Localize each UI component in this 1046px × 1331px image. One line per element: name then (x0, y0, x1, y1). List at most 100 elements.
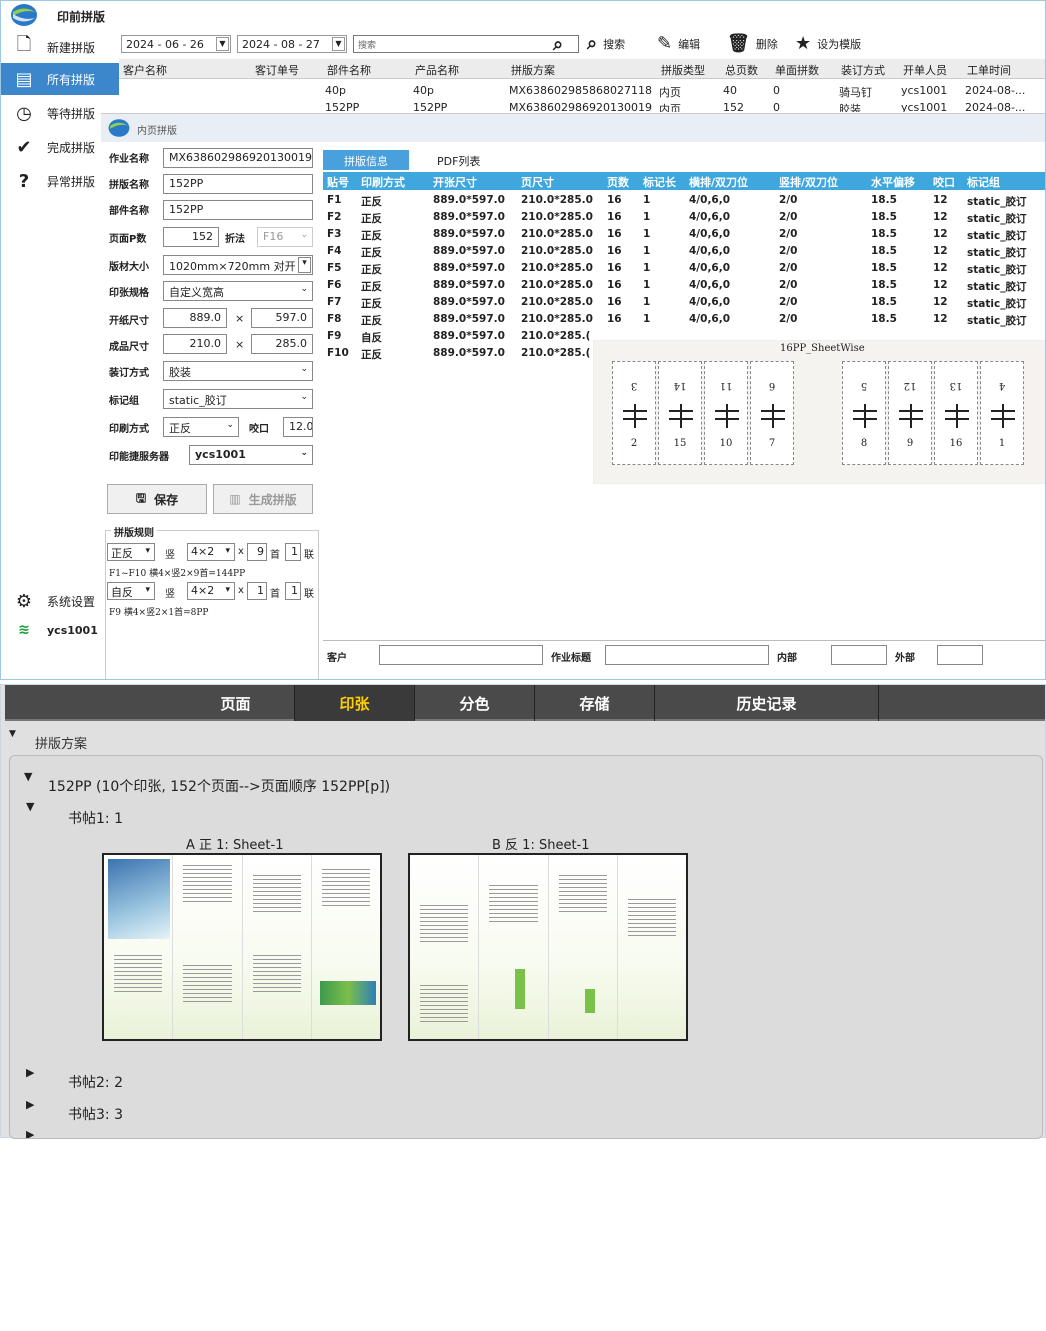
search-button[interactable]: ⌕ 搜索 (587, 33, 625, 54)
print-mode-select[interactable]: 正反 ⌄ (163, 417, 239, 437)
fold-mark-icon (853, 404, 877, 428)
grid-header: 贴号 印刷方式 开张尺寸 页尺寸 页数 标记长 横排/双刀位 竖排/双刀位 水平… (323, 172, 1045, 190)
dialog-title-bar: 内页拼版 (101, 114, 1045, 142)
part-name-field[interactable]: 152PP (163, 200, 313, 220)
expand-right-icon[interactable]: ▶ (26, 1128, 34, 1138)
page-thumb (617, 855, 686, 1039)
tree-root[interactable]: 152PP (10个印张, 152个页面-->页面顺序 152PP[p]) (48, 776, 390, 796)
job-name-field[interactable]: MX638602986920130019 (163, 148, 313, 168)
grid-cell: 210.0*285.0 (521, 194, 593, 206)
set-template-button[interactable]: ★ 设为模版 (795, 33, 861, 54)
edit-button[interactable]: ✎ 编辑 (657, 33, 700, 54)
grid-cell: F8 (327, 313, 342, 325)
page-number-bottom: 2 (630, 438, 638, 449)
dialog-title: 内页拼版 (137, 126, 177, 137)
page-number-top: 12 (903, 380, 917, 391)
grid-cell: 正反 (361, 349, 382, 361)
rule-grid-select[interactable]: 4×2 ▾ (187, 543, 235, 561)
collapse-icon[interactable]: ▼ (9, 729, 16, 739)
grid-row[interactable]: F1 正反 889.0*597.0 210.0*285.0 16 1 4/0,6,0 2/0 1… (323, 192, 1045, 209)
customer-field[interactable] (379, 645, 543, 665)
grid-cell: 正反 (361, 264, 382, 276)
expand-right-icon[interactable]: ▶ (26, 1098, 34, 1111)
rule-count-field[interactable]: 1 (247, 582, 267, 600)
rule-mode-select[interactable]: 自反 ▾ (107, 582, 155, 600)
rule-count-field[interactable]: 9 (247, 543, 267, 561)
sheet-b-thumbnail[interactable] (408, 853, 688, 1041)
page-number-top: 11 (719, 380, 733, 391)
sidebar-item-new[interactable]: 🗋 新建拼版 (1, 31, 119, 63)
grid-cell: 4/0,6,0 (689, 228, 731, 240)
final-height-field[interactable]: 285.0 (251, 334, 313, 354)
tab-separations[interactable]: 分色 (415, 685, 535, 721)
tree-signature-1[interactable]: 书帖1: 1 (68, 808, 123, 828)
delete-button[interactable]: 🗑 删除 (727, 33, 778, 54)
plate-size-select[interactable]: 1020mm×720mm 对开 ▾ (163, 255, 313, 275)
table-row[interactable]: 40p 40p MX638602985868027118 内页 40 0 骑马钉… (119, 81, 1045, 99)
expand-right-icon[interactable]: ▶ (26, 1066, 34, 1079)
mark-group-select[interactable]: static_胶订 ⌄ (163, 389, 313, 409)
list-header: 客户名称 客订单号 部件名称 产品名称 拼版方案 拼版类型 总页数 单面拼数 装… (119, 59, 1045, 79)
fold-select[interactable]: F16 ⌄ (257, 227, 313, 247)
gripper-field[interactable]: 12.0 (283, 417, 313, 437)
grid-cell: 正反 (361, 230, 382, 242)
rule-lian-field[interactable]: 1 (285, 543, 301, 561)
grid-row[interactable]: F7 正反 889.0*597.0 210.0*285.0 16 1 4/0,6,0 2/0 1… (323, 294, 1045, 311)
binding-select[interactable]: 胶装 ⌄ (163, 361, 313, 381)
grid-row[interactable]: F8 正反 889.0*597.0 210.0*285.0 16 1 4/0,6,0 2/0 1… (323, 311, 1045, 328)
grid-cell: 18.5 (871, 211, 897, 223)
save-button[interactable]: 🖫 保存 (107, 484, 207, 514)
save-icon: 🖫 (135, 490, 147, 505)
search-icon: ⌕ (587, 33, 598, 54)
rule-lian-field[interactable]: 1 (285, 582, 301, 600)
tab-history[interactable]: 历史记录 (655, 685, 879, 721)
inner-field[interactable] (831, 645, 887, 665)
expand-icon[interactable]: ▼ (26, 800, 34, 813)
open-height-field[interactable]: 597.0 (251, 308, 313, 328)
tab-pdf-list[interactable]: PDF列表 (427, 150, 490, 170)
sheet-a-thumbnail[interactable] (102, 853, 382, 1041)
grid-cell: 210.0*285.0 (521, 228, 593, 240)
generate-button[interactable]: ▥ 生成拼版 (213, 484, 313, 514)
page-thumb (173, 855, 243, 1039)
sidebar-item-all[interactable]: ▤ 所有拼版 (1, 63, 119, 95)
final-width-field[interactable]: 210.0 (163, 334, 227, 354)
server-select[interactable]: ycs1001 ⌄ (189, 445, 313, 465)
chevron-down-icon: ▾ (225, 546, 230, 556)
grid-row[interactable]: F5 正反 889.0*597.0 210.0*285.0 16 1 4/0,6,0 2/0 1… (323, 260, 1045, 277)
grid-row[interactable]: F4 正反 889.0*597.0 210.0*285.0 16 1 4/0,6,0 2/0 1… (323, 243, 1045, 260)
sheet-spec-select[interactable]: 自定义宽高 ⌄ (163, 281, 313, 301)
expand-icon[interactable]: ▼ (24, 770, 32, 783)
job-title-field[interactable] (605, 645, 769, 665)
outer-field[interactable] (937, 645, 983, 665)
tab-sheets[interactable]: 印张 (295, 685, 415, 721)
tree-signature-3[interactable]: 书帖3: 3 (68, 1104, 123, 1124)
tree-signature-2[interactable]: 书帖2: 2 (68, 1072, 123, 1092)
layout-name-field[interactable]: 152PP (163, 174, 313, 194)
grid-cell: 2/0 (779, 211, 798, 223)
rule-row-1: 正反 ▾ 竖 4×2 ▾ x 9 首 1 联 (107, 542, 319, 562)
tab-layout-info[interactable]: 拼版信息 (323, 150, 409, 170)
search-icon-button[interactable]: ⌕ (553, 34, 563, 55)
grid-cell: static_胶订 (967, 264, 1027, 276)
pages-field[interactable]: 152 (163, 227, 219, 247)
grid-row[interactable]: F6 正反 889.0*597.0 210.0*285.0 16 1 4/0,6,0 2/0 1… (323, 277, 1045, 294)
chevron-down-icon: ⌄ (300, 364, 308, 374)
date-to-picker[interactable]: 2024 - 08 - 27 ▼ (237, 35, 347, 53)
grid-cell: 1 (643, 296, 651, 308)
date-from-picker[interactable]: 2024 - 06 - 26 ▼ (121, 35, 231, 53)
title-bar: 印前拼版 (1, 1, 1045, 29)
rule-grid-select[interactable]: 4×2 ▾ (187, 582, 235, 600)
rule-mode-select[interactable]: 正反 ▾ (107, 543, 155, 561)
tab-pages[interactable]: 页面 (177, 685, 295, 721)
tab-storage[interactable]: 存储 (535, 685, 655, 721)
table-row[interactable]: 152PP 152PP MX638602986920130019 内页 152 … (119, 98, 1045, 112)
grid-row[interactable]: F2 正反 889.0*597.0 210.0*285.0 16 1 4/0,6,0 2/0 1… (323, 209, 1045, 226)
rule-desc-2: F9 横4×竖2×1首=8PP (109, 608, 209, 618)
grid-row[interactable]: F3 正反 889.0*597.0 210.0*285.0 16 1 4/0,6,0 2/0 1… (323, 226, 1045, 243)
grid-cell: 889.0*597.0 (433, 262, 505, 274)
open-width-field[interactable]: 889.0 (163, 308, 227, 328)
grid-cell: 12 (933, 211, 948, 223)
search-input[interactable]: 搜索 (353, 35, 579, 53)
trash-icon: 🗑 (727, 33, 750, 54)
